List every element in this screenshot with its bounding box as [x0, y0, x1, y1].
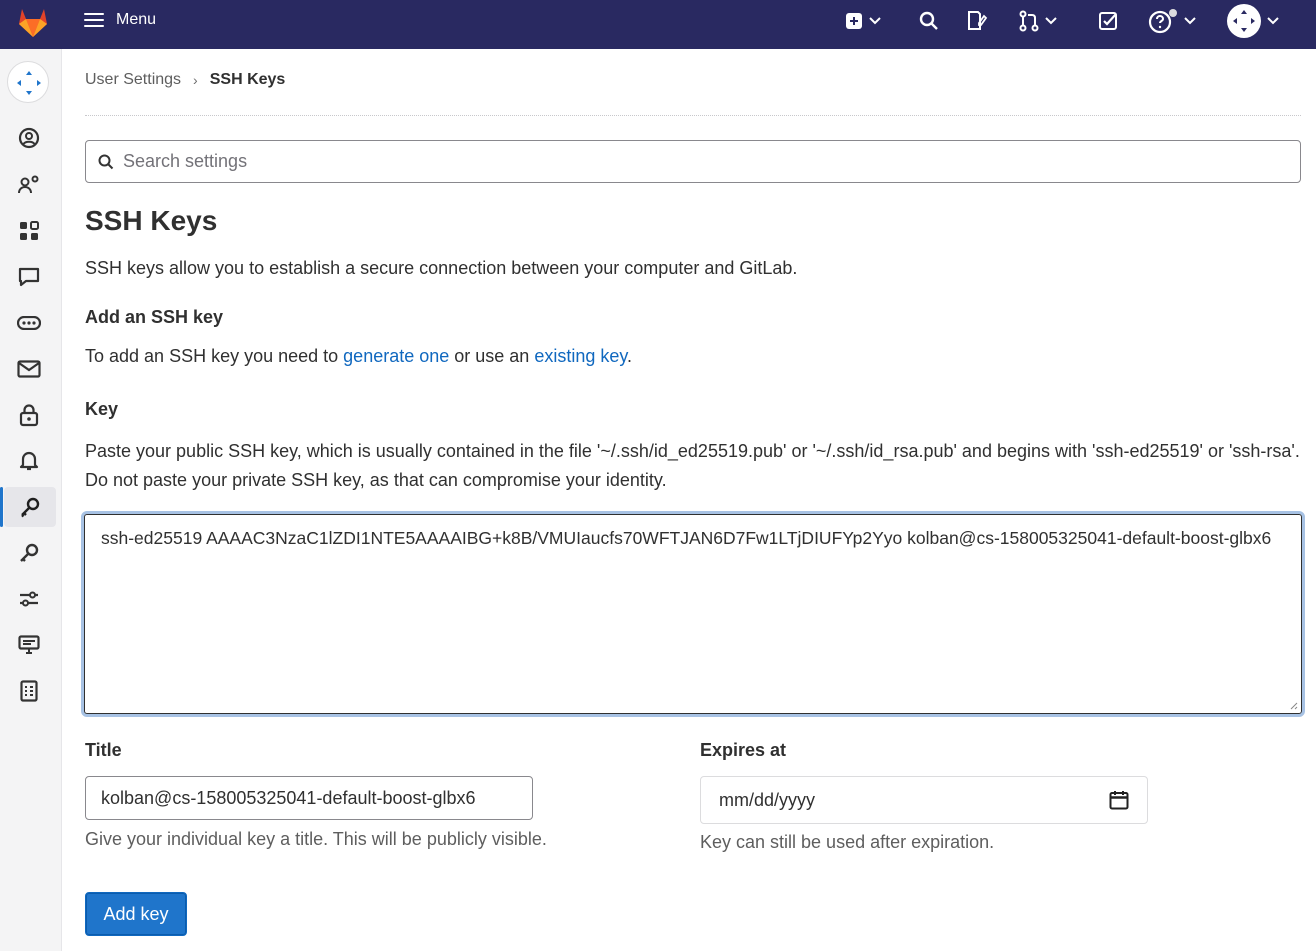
calendar-icon[interactable]: [1109, 790, 1129, 810]
issues-icon: [968, 11, 988, 30]
help-icon: [1148, 9, 1177, 34]
notifications-icon: [19, 451, 39, 471]
chat-icon: [18, 267, 40, 287]
new-dropdown[interactable]: [845, 9, 881, 33]
gpg-keys-icon: [20, 543, 39, 562]
issues-button[interactable]: [966, 9, 988, 33]
plus-square-icon: [846, 13, 862, 29]
top-navigation-bar: Menu: [0, 0, 1316, 49]
applications-icon: [20, 221, 39, 240]
sidebar-item-access-tokens[interactable]: [0, 303, 58, 343]
merge-request-icon: [1019, 10, 1039, 32]
breadcrumb-separator: ›: [193, 72, 198, 88]
search-button[interactable]: [919, 9, 939, 33]
add-desc-text-before: To add an SSH key you need to: [85, 346, 344, 366]
search-input[interactable]: [123, 151, 1300, 172]
account-icon: [18, 175, 39, 194]
chevron-down-icon: [1045, 17, 1057, 25]
generate-one-link[interactable]: generate one: [343, 346, 449, 366]
chevron-down-icon: [1184, 17, 1196, 25]
sidebar-item-account[interactable]: [0, 165, 58, 205]
existing-key-link[interactable]: existing key: [534, 346, 627, 366]
page-title: SSH Keys: [85, 205, 218, 236]
key-help-text: Paste your public SSH key, which is usua…: [85, 441, 1300, 490]
chevron-down-icon: [869, 17, 881, 25]
search-icon: [919, 11, 938, 30]
sidebar-item-profile[interactable]: [0, 118, 58, 158]
avatar: [1227, 4, 1261, 38]
breadcrumb: User Settings › SSH Keys: [85, 71, 285, 89]
title-input[interactable]: [85, 776, 533, 820]
add-ssh-key-heading: Add an SSH key: [85, 307, 224, 327]
todos-button[interactable]: [1098, 9, 1120, 33]
key-label: Key: [85, 399, 119, 419]
add-desc-text-after: .: [627, 346, 633, 366]
title-label: Title: [85, 740, 122, 760]
title-help-text: Give your individual key a title. This w…: [85, 829, 547, 849]
search-settings-box[interactable]: [85, 140, 1301, 183]
sidebar-item-authentication-log[interactable]: [0, 671, 58, 711]
profile-icon: [18, 127, 40, 149]
sidebar-item-password[interactable]: [0, 395, 58, 435]
expires-at-label: Expires at: [700, 740, 787, 760]
add-desc-text-middle: or use an: [449, 346, 535, 366]
settings-sidebar: [0, 49, 62, 951]
menu-button[interactable]: Menu: [84, 6, 156, 34]
page-description: SSH keys allow you to establish a secure…: [85, 258, 798, 278]
user-menu-dropdown[interactable]: [1227, 4, 1279, 38]
chevron-down-icon: [1267, 17, 1279, 25]
resize-handle-icon[interactable]: [1288, 700, 1298, 710]
authentication-log-icon: [20, 680, 38, 702]
expires-at-placeholder: mm/dd/yyyy: [719, 789, 816, 810]
sidebar-item-applications[interactable]: [0, 211, 58, 251]
breadcrumb-current[interactable]: SSH Keys: [210, 71, 286, 89]
sidebar-item-notifications[interactable]: [0, 441, 58, 481]
key-textarea-wrapper: [81, 511, 1305, 717]
key-textarea[interactable]: [84, 514, 1302, 714]
ssh-keys-icon: [21, 497, 40, 518]
breadcrumb-divider: [85, 115, 1301, 116]
gitlab-logo-icon[interactable]: [14, 4, 52, 40]
merge-requests-dropdown[interactable]: [1019, 9, 1057, 33]
password-icon: [19, 404, 39, 427]
expires-at-help-text: Key can still be used after expiration.: [700, 832, 995, 852]
sidebar-item-ssh-keys[interactable]: [0, 487, 56, 527]
preferences-icon: [20, 591, 38, 607]
sidebar-item-gpg-keys[interactable]: [0, 533, 58, 573]
menu-label: Menu: [116, 11, 157, 28]
search-icon: [98, 154, 114, 169]
hamburger-icon: [84, 13, 104, 27]
breadcrumb-user-settings-link[interactable]: User Settings: [85, 71, 181, 89]
help-dropdown[interactable]: [1148, 9, 1196, 34]
sidebar-item-chat[interactable]: [0, 257, 58, 297]
sidebar-item-preferences[interactable]: [0, 579, 58, 619]
sidebar-item-emails[interactable]: [0, 349, 58, 389]
add-ssh-key-description: To add an SSH key you need to generate o…: [85, 346, 632, 367]
todo-check-icon: [1099, 12, 1117, 30]
user-avatar[interactable]: [7, 61, 49, 103]
expires-at-date-input[interactable]: mm/dd/yyyy: [700, 776, 1148, 824]
active-sessions-icon: [18, 635, 40, 654]
emails-icon: [17, 360, 41, 378]
access-tokens-icon: [17, 316, 41, 330]
sidebar-item-active-sessions[interactable]: [0, 625, 58, 665]
add-key-button[interactable]: Add key: [85, 892, 187, 936]
